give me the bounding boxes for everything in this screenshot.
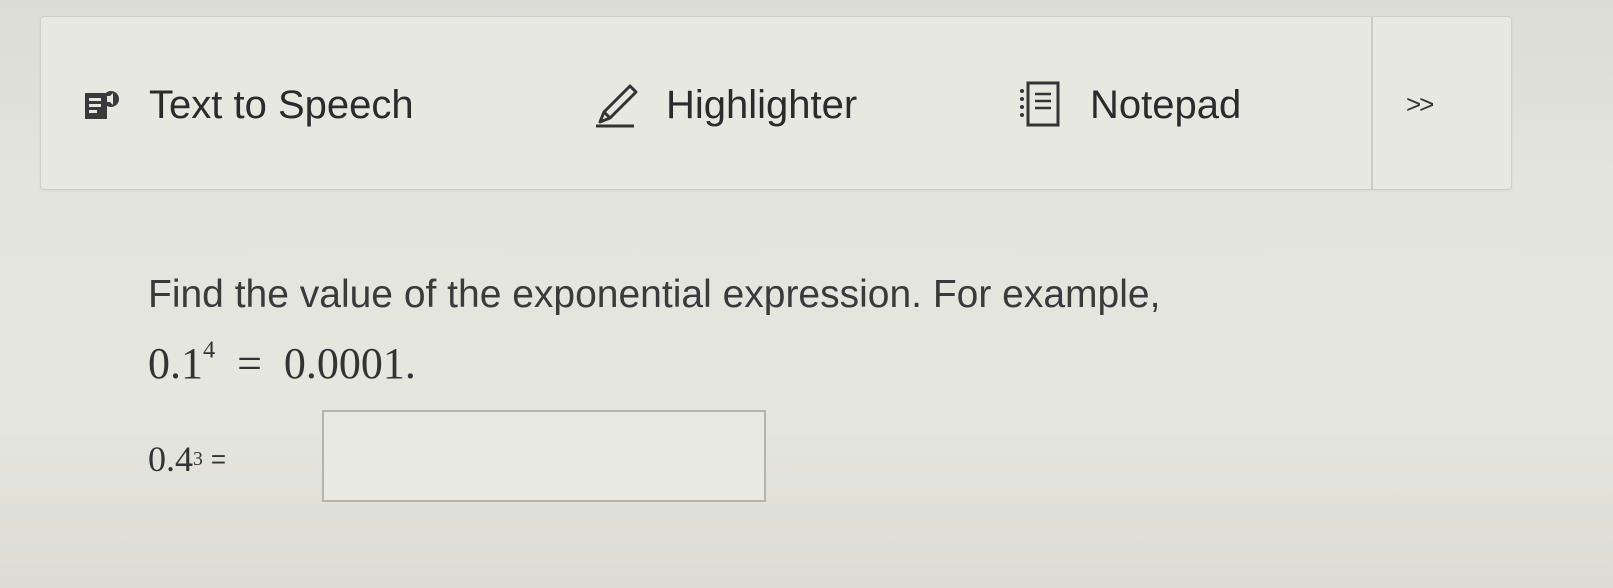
highlighter-button[interactable]: Highlighter — [594, 75, 857, 135]
example-exponent: 4 — [203, 336, 216, 364]
notepad-button[interactable]: Notepad — [1016, 75, 1241, 135]
answer-input[interactable] — [322, 410, 766, 502]
question-instruction: Find the value of the exponential expres… — [148, 273, 1161, 316]
highlighter-label: Highlighter — [666, 83, 858, 127]
notepad-label: Notepad — [1090, 83, 1242, 127]
example-base: 0.1 — [148, 339, 203, 388]
text-to-speech-label: Text to Speech — [149, 83, 414, 127]
toolbar: Text to Speech Highlighter Notepad >> — [40, 16, 1512, 190]
problem-equals: = — [210, 443, 227, 474]
speaker-page-icon — [83, 87, 123, 123]
pen-icon — [594, 82, 640, 128]
example-equals: = — [237, 339, 262, 388]
toolbar-divider — [1371, 17, 1373, 189]
example-result: 0.0001. — [283, 339, 416, 388]
problem-expression: 0.4 3 = — [148, 439, 227, 479]
more-tools-button[interactable]: >> — [1406, 89, 1434, 120]
problem-base: 0.4 — [148, 439, 193, 479]
notepad-icon — [1016, 79, 1064, 131]
example-expression: 0.14 = 0.0001. — [148, 338, 416, 389]
text-to-speech-button[interactable]: Text to Speech — [83, 75, 414, 135]
